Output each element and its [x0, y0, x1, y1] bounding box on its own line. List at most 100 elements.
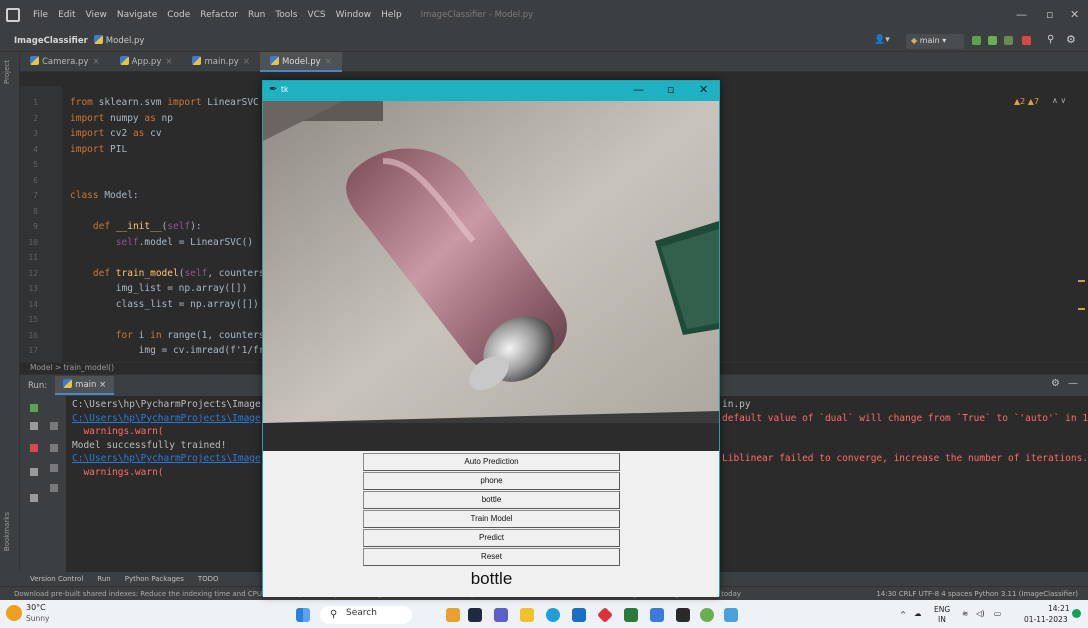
line-number[interactable]: 6 — [22, 176, 38, 185]
menu-code[interactable]: Code — [162, 10, 195, 20]
taskbar-search[interactable]: ⚲ Search — [320, 606, 412, 624]
code-line[interactable]: for i in range(1, counters — [70, 330, 265, 341]
stop-icon[interactable] — [1022, 36, 1031, 45]
line-number[interactable]: 16 — [22, 331, 38, 340]
weather-sun-icon[interactable] — [6, 605, 22, 621]
teams-icon[interactable] — [494, 608, 508, 622]
settings-gear-icon[interactable]: ⚙ — [1066, 33, 1076, 46]
train-model-button[interactable]: Train Model — [363, 510, 620, 528]
line-number[interactable]: 5 — [22, 160, 38, 169]
tab-main[interactable]: main.py × — [182, 52, 260, 72]
menu-file[interactable]: File — [28, 10, 53, 20]
console-line[interactable]: C:\Users\hp\PycharmProjects\Image — [72, 413, 261, 424]
inspection-warnings[interactable]: ▲2 ▲7 — [1014, 97, 1039, 106]
menu-refactor[interactable]: Refactor — [195, 10, 243, 20]
menu-vcs[interactable]: VCS — [302, 10, 330, 20]
code-line[interactable]: def train_model(self, counters — [70, 268, 265, 279]
close-icon[interactable]: ✕ — [1070, 8, 1079, 21]
reset-button[interactable]: Reset — [363, 548, 620, 566]
windows-start-icon[interactable] — [296, 608, 310, 622]
battery-icon[interactable]: ▭ — [994, 609, 1001, 618]
code-line[interactable]: import PIL — [70, 144, 127, 155]
app-blue-icon[interactable] — [650, 608, 664, 622]
line-number[interactable]: 13 — [22, 284, 38, 293]
code-line[interactable]: img_list = np.array([]) — [70, 283, 248, 294]
line-number[interactable]: 11 — [22, 253, 38, 262]
tab-app[interactable]: App.py × — [110, 52, 183, 72]
menu-run[interactable]: Run — [243, 10, 270, 20]
rerun-icon[interactable] — [30, 404, 38, 412]
line-number[interactable]: 4 — [22, 145, 38, 154]
menu-view[interactable]: View — [81, 10, 112, 20]
widgets-icon[interactable] — [446, 608, 460, 622]
tab-close-icon[interactable]: × — [165, 57, 172, 67]
line-number[interactable]: 3 — [22, 129, 38, 138]
run-settings-gear-icon[interactable]: ⚙ — [1051, 378, 1060, 389]
line-number[interactable]: 14 — [22, 300, 38, 309]
breadcrumb-method[interactable]: train_model() — [64, 363, 114, 372]
version-control-tool[interactable]: Version Control — [30, 575, 83, 583]
run-config-tab[interactable]: main × — [55, 376, 115, 395]
tk-title-bar[interactable]: ✒ tk — ▫ ✕ — [263, 81, 719, 101]
code-line[interactable]: def __init__(self): — [70, 221, 202, 232]
minimize-icon[interactable]: — — [1016, 8, 1027, 21]
user-icon[interactable]: 👤▾ — [874, 35, 890, 45]
bookmarks-tool-label[interactable]: Bookmarks — [3, 512, 11, 551]
pin-icon[interactable] — [30, 494, 38, 502]
code-line[interactable]: img = cv.imread(f'1/fr — [70, 345, 265, 356]
tk-minimize-icon[interactable]: — — [633, 83, 644, 96]
rerun-icon[interactable] — [972, 36, 981, 45]
warning-mark[interactable] — [1078, 308, 1085, 310]
scroll-to-end-icon[interactable] — [50, 444, 58, 452]
line-number[interactable]: 17 — [22, 346, 38, 355]
code-line[interactable]: class Model: — [70, 190, 139, 201]
volume-icon[interactable]: ◁) — [976, 609, 985, 618]
region-code[interactable]: IN — [938, 615, 946, 624]
breadcrumb-file[interactable]: Model.py — [93, 35, 144, 46]
cloud-icon[interactable]: ☁ — [914, 609, 922, 618]
line-number[interactable]: 9 — [22, 222, 38, 231]
edge-icon[interactable] — [546, 608, 560, 622]
layout-icon[interactable] — [30, 468, 38, 476]
auto-prediction-button[interactable]: Auto Prediction — [363, 453, 620, 471]
wrench-icon[interactable] — [30, 422, 38, 430]
notification-badge-icon[interactable] — [1072, 609, 1081, 618]
console-line[interactable]: C:\Users\hp\PycharmProjects\Image — [72, 453, 261, 464]
tab-model[interactable]: Model.py × — [259, 51, 342, 72]
search-everywhere-icon[interactable]: ⚲ — [1047, 34, 1054, 45]
code-line[interactable]: import numpy as np — [70, 113, 173, 124]
phone-class-button[interactable]: phone — [363, 472, 620, 490]
hide-panel-icon[interactable]: — — [1068, 378, 1078, 389]
tk-maximize-icon[interactable]: ▫ — [667, 83, 674, 96]
line-number[interactable]: 2 — [22, 114, 38, 123]
app-green-icon[interactable] — [624, 608, 638, 622]
code-line[interactable]: class_list = np.array([]) — [70, 299, 259, 310]
weather-condition[interactable]: Sunny — [26, 614, 49, 623]
app-dark-icon[interactable] — [676, 608, 690, 622]
menu-tools[interactable]: Tools — [270, 10, 302, 20]
wifi-icon[interactable]: ≋ — [962, 609, 968, 618]
run-config-selector[interactable]: ◆ main ▾ — [906, 34, 964, 49]
run-tool[interactable]: Run — [97, 575, 110, 583]
maximize-icon[interactable]: ▫ — [1046, 8, 1053, 21]
clock-time[interactable]: 14:21 — [1048, 604, 1070, 613]
line-number[interactable]: 15 — [22, 315, 38, 324]
tab-close-icon[interactable]: × — [243, 57, 250, 67]
tk-close-icon[interactable]: ✕ — [699, 83, 708, 96]
todo-tool[interactable]: TODO — [198, 575, 219, 583]
predict-button[interactable]: Predict — [363, 529, 620, 547]
breadcrumb-class[interactable]: Model — [30, 363, 53, 372]
menu-edit[interactable]: Edit — [53, 10, 80, 20]
line-number[interactable]: 7 — [22, 191, 38, 200]
chevron-up-icon[interactable]: ^ — [900, 610, 906, 619]
code-line[interactable]: from sklearn.svm import LinearSVC — [70, 97, 259, 108]
tab-close-icon[interactable]: × — [325, 57, 332, 67]
code-line[interactable]: import cv2 as cv — [70, 128, 162, 139]
project-tool-label[interactable]: Project — [3, 60, 11, 84]
task-view-icon[interactable] — [468, 608, 482, 622]
trash-icon[interactable] — [50, 484, 58, 492]
chevron-up-down-icon[interactable]: ∧ ∨ — [1052, 96, 1066, 105]
line-number[interactable]: 1 — [22, 98, 38, 107]
debug-icon[interactable] — [988, 36, 997, 45]
file-explorer-icon[interactable] — [520, 608, 534, 622]
